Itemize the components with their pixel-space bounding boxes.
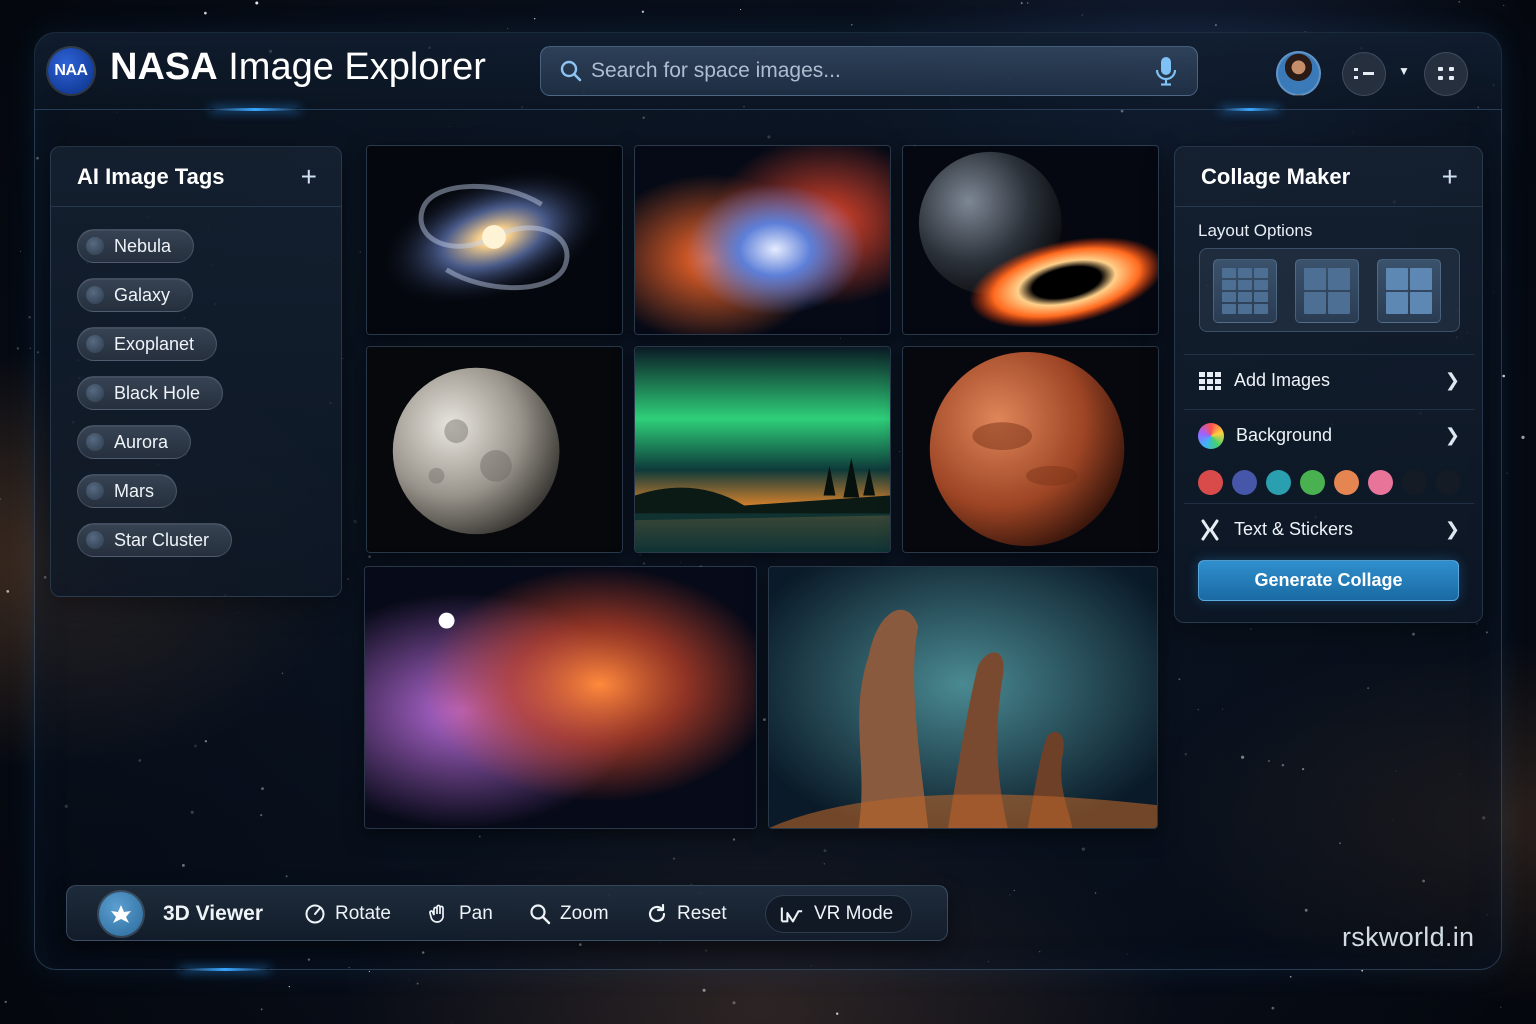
tag-chip[interactable]: Nebula: [77, 229, 195, 263]
ai-tags-header: AI Image Tags +: [51, 147, 341, 207]
microphone-icon[interactable]: [1155, 55, 1177, 87]
pan-hand-icon: [427, 902, 451, 926]
layout-options-label: Layout Options: [1198, 221, 1313, 240]
collage-header: Collage Maker +: [1175, 147, 1482, 207]
tag-toggle-icon: [86, 237, 104, 255]
grid-icon: [1438, 67, 1454, 80]
ai-tags-title: AI Image Tags: [77, 163, 225, 189]
chevron-down-icon[interactable]: ▼: [1398, 64, 1410, 78]
rotate-icon: [303, 902, 327, 926]
tag-chip[interactable]: Black Hole: [77, 376, 224, 410]
layout-grid-4-wide-button[interactable]: [1377, 259, 1441, 323]
vr-mode-label: VR Mode: [814, 903, 894, 924]
reset-icon: [645, 902, 669, 926]
text-stickers-label: Text & Stickers: [1234, 519, 1354, 539]
nebula-image[interactable]: [634, 145, 891, 335]
pan-button[interactable]: Pan: [427, 886, 493, 942]
vr-headset-icon: [780, 902, 804, 926]
tag-label: Mars: [114, 480, 154, 501]
tag-label: Black Hole: [114, 382, 201, 403]
color-swatch[interactable]: [1266, 470, 1291, 495]
viewer-toolbar: 3D Viewer Rotate Pan Zoom Reset VR Mode: [66, 885, 948, 941]
3d-viewer-button[interactable]: 3D Viewer: [99, 886, 263, 942]
add-images-label: Add Images: [1234, 370, 1331, 390]
layout-grid-12-button[interactable]: [1213, 259, 1277, 323]
reset-label: Reset: [677, 903, 727, 924]
vr-mode-button[interactable]: VR Mode: [765, 886, 913, 942]
ai-tags-panel: AI Image Tags + Nebula Galaxy Exoplanet Bla…: [50, 146, 342, 597]
text-stickers-row[interactable]: Text & Stickers ❯: [1184, 503, 1474, 555]
rotate-button[interactable]: Rotate: [303, 886, 391, 942]
color-swatch[interactable]: [1368, 470, 1393, 495]
tag-chip[interactable]: Exoplanet: [77, 327, 218, 361]
tag-label: Aurora: [114, 431, 169, 452]
color-swatch[interactable]: [1198, 470, 1223, 495]
add-tag-icon[interactable]: +: [301, 162, 317, 191]
tag-toggle-icon: [86, 335, 104, 353]
color-swatch[interactable]: [1436, 470, 1461, 495]
tag-toggle-icon: [86, 433, 104, 451]
color-swatch[interactable]: [1300, 470, 1325, 495]
zoom-label: Zoom: [560, 903, 609, 924]
sticker-icon: [1201, 519, 1219, 540]
add-collage-icon[interactable]: +: [1442, 162, 1458, 191]
layout-options: [1199, 248, 1460, 332]
glow-accent: [210, 108, 300, 111]
tag-toggle-icon: [86, 286, 104, 304]
glow-accent: [180, 968, 270, 971]
collage-title: Collage Maker: [1201, 163, 1351, 189]
star-cluster-nebula-image[interactable]: [364, 566, 757, 829]
add-images-row[interactable]: Add Images ❯: [1184, 354, 1474, 406]
chevron-right-icon: ❯: [1444, 519, 1460, 539]
glow-accent: [1220, 108, 1280, 111]
zoom-button[interactable]: Zoom: [528, 886, 609, 942]
tag-chip[interactable]: Mars: [77, 474, 177, 508]
tag-label: Galaxy: [114, 284, 171, 305]
site-watermark: rskworld.in: [1342, 922, 1475, 952]
color-swatch[interactable]: [1402, 470, 1427, 495]
tag-chip[interactable]: Star Cluster: [77, 523, 233, 557]
tag-toggle-icon: [86, 482, 104, 500]
search-icon: [559, 59, 583, 83]
3d-viewer-label: 3D Viewer: [163, 902, 264, 925]
background-label: Background: [1236, 425, 1333, 445]
aurora-image[interactable]: [634, 346, 891, 553]
nasa-logo[interactable]: NAA: [48, 48, 94, 94]
exoplanet-black-hole-image[interactable]: [902, 145, 1159, 335]
tag-label: Exoplanet: [114, 333, 195, 354]
search-input[interactable]: [591, 59, 1155, 83]
chevron-right-icon: ❯: [1444, 425, 1460, 445]
list-icon: [1354, 68, 1374, 79]
list-menu-button[interactable]: [1342, 52, 1386, 96]
app-title: NASA Image Explorer: [110, 46, 486, 88]
rotate-label: Rotate: [335, 903, 391, 924]
generate-collage-button[interactable]: Generate Collage: [1198, 560, 1459, 601]
grid-icon: [1199, 371, 1221, 390]
moon-image[interactable]: [366, 346, 623, 553]
tag-label: Star Cluster: [114, 529, 210, 550]
tag-toggle-icon: [86, 384, 104, 402]
tag-chip[interactable]: Galaxy: [77, 278, 194, 312]
mars-image[interactable]: [902, 346, 1159, 553]
pillars-of-creation-image[interactable]: [768, 566, 1158, 829]
tag-list: Nebula Galaxy Exoplanet Black Hole Aurora Mar…: [51, 207, 341, 579]
search-bar: [540, 46, 1198, 96]
color-swatch[interactable]: [1334, 470, 1359, 495]
color-swatch[interactable]: [1232, 470, 1257, 495]
tag-chip[interactable]: Aurora: [77, 425, 192, 459]
tag-label: Nebula: [114, 235, 172, 256]
spiral-galaxy-image[interactable]: [366, 145, 623, 335]
layout-grid-4-button[interactable]: [1295, 259, 1359, 323]
user-avatar[interactable]: [1276, 51, 1321, 96]
background-swatches: [1198, 470, 1461, 495]
apps-button[interactable]: [1424, 52, 1468, 96]
zoom-icon: [528, 902, 552, 926]
pan-label: Pan: [459, 903, 493, 924]
color-wheel-icon: [1198, 422, 1224, 449]
3d-viewer-icon: [99, 892, 143, 936]
background-row[interactable]: Background ❯: [1184, 409, 1474, 461]
tag-toggle-icon: [86, 531, 104, 549]
reset-button[interactable]: Reset: [645, 886, 727, 942]
chevron-right-icon: ❯: [1444, 370, 1460, 390]
